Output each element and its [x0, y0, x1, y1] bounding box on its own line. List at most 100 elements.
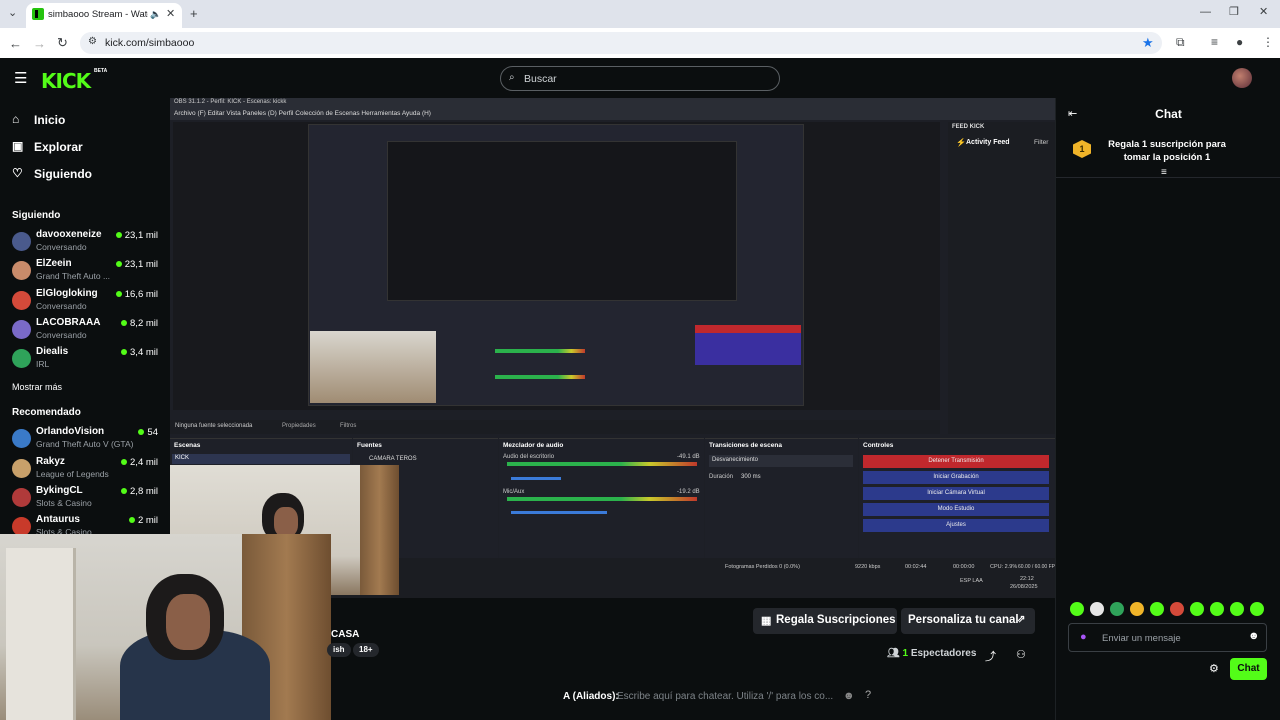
user-avatar[interactable] — [1232, 68, 1252, 88]
show-more-link[interactable]: Mostrar más — [12, 382, 62, 392]
emote-icon[interactable] — [1090, 602, 1104, 616]
transition-select[interactable]: Desvanecimiento — [709, 455, 853, 467]
obs-menu-text: Archivo (F) Editar Vista Paneles (D) Per… — [174, 110, 431, 117]
channel-item[interactable]: ElZeein Grand Theft Auto ... 23,1 mil — [12, 258, 162, 284]
speaker-icon[interactable]: 🔈 — [150, 10, 161, 19]
emote-icon[interactable] — [1190, 602, 1204, 616]
hamburger-icon[interactable]: ☰ — [14, 69, 27, 87]
mixer-channel-1: Audio del escritorio — [503, 454, 555, 460]
controls-title: Controles — [863, 442, 894, 449]
reload-icon[interactable]: ↻ — [57, 36, 68, 49]
restore-icon[interactable]: ❐ — [1229, 7, 1239, 18]
settings-button[interactable]: Ajustes — [863, 519, 1049, 532]
filters-label[interactable]: Filtros — [340, 423, 356, 429]
emote-icon[interactable] — [1130, 602, 1144, 616]
address-bar[interactable]: ⚙ kick.com/simbaooo ★ — [80, 32, 1162, 54]
channel-avatar — [12, 429, 31, 448]
compass-icon: ▣ — [12, 139, 24, 153]
expand-icon[interactable]: ≡ — [1161, 167, 1167, 178]
customize-channel-button[interactable]: Personaliza tu canal ⇗ — [901, 608, 1035, 634]
channel-item[interactable]: Rakyz League of Legends 2,4 mil — [12, 456, 162, 482]
emote-icon[interactable] — [1110, 602, 1124, 616]
filter-label[interactable]: Filter — [1034, 139, 1048, 146]
profile-icon[interactable]: ● — [1236, 36, 1243, 48]
channel-item[interactable]: Diealis IRL 3,4 mil — [12, 346, 162, 372]
emote-icon[interactable] — [1250, 602, 1264, 616]
browser-tab[interactable]: simbaooo Stream - Watch 🔈 ✕ — [26, 3, 182, 28]
help-icon[interactable]: ? — [865, 689, 871, 701]
stop-stream-button[interactable]: Detener Transmisión — [863, 455, 1049, 468]
studio-mode-button[interactable]: Modo Estudio — [863, 503, 1049, 516]
emote-icon[interactable] — [1210, 602, 1224, 616]
channel-item[interactable]: BykingCL Slots & Casino 2,8 mil — [12, 485, 162, 511]
close-window-icon[interactable]: ✕ — [1259, 7, 1268, 18]
chat-send-button[interactable]: Chat — [1230, 658, 1267, 680]
minimize-icon[interactable]: — — [1200, 7, 1211, 18]
channel-name: OrlandoVision — [36, 426, 105, 437]
volume-slider[interactable] — [511, 477, 561, 480]
activity-feed-label[interactable]: Activity Feed — [966, 139, 1010, 146]
channel-item[interactable]: LACOBRAAA Conversando 8,2 mil — [12, 317, 162, 343]
chat-input[interactable]: ● Enviar un mensaje ☻ — [1068, 623, 1267, 652]
viewer-count: 2,8 mil — [121, 486, 158, 497]
channel-category: Grand Theft Auto ... — [36, 271, 111, 281]
close-tab-icon[interactable]: ✕ — [166, 9, 175, 20]
shelf-image — [360, 465, 399, 595]
heart-icon: ♡ — [12, 166, 23, 180]
start-recording-button[interactable]: Iniciar Grabación — [863, 471, 1049, 484]
emoji-icon[interactable]: ☻ — [1248, 630, 1260, 642]
allies-chat-bar[interactable]: A (Aliados): Escribe aquí para chatear. … — [559, 687, 895, 707]
chat-input-placeholder: Enviar un mensaje — [1102, 633, 1181, 644]
emote-icon[interactable] — [1170, 602, 1184, 616]
chat-settings-icon[interactable]: ⚙ — [1209, 662, 1219, 675]
channel-avatar — [12, 349, 31, 368]
scene-item[interactable]: KICK — [172, 454, 350, 464]
gift-leaderboard-banner[interactable]: 1 Regala 1 suscripción para tomar la pos… — [1056, 132, 1280, 178]
emote-icon[interactable] — [1150, 602, 1164, 616]
new-tab-icon[interactable]: + — [190, 7, 198, 20]
properties-label[interactable]: Propiedades — [282, 423, 316, 429]
emoji-icon[interactable]: ☻ — [843, 690, 855, 702]
transitions-title: Transiciones de escena — [709, 442, 782, 449]
microphone-icon[interactable]: ● — [1080, 631, 1087, 643]
clock: 22:12 — [1020, 576, 1034, 582]
following-heading: Siguiendo — [12, 210, 61, 221]
scenes-title: Escenas — [174, 442, 201, 449]
people-icon: 👥︎ — [887, 648, 903, 659]
gift-subs-button[interactable]: ▦ Regala Suscripciones — [753, 608, 897, 634]
channel-item[interactable]: ElGlogloking Conversando 16,6 mil — [12, 288, 162, 314]
nav-label: Inicio — [34, 113, 66, 127]
duration-value[interactable]: 300 ms — [741, 474, 761, 480]
volume-slider[interactable] — [511, 511, 607, 514]
address-bar-row: ← → ↻ ⚙ kick.com/simbaooo ★ ⧉ ≡ ● ⋮ — [0, 28, 1280, 58]
search-input[interactable]: ⌕ Buscar — [500, 66, 780, 91]
forward-icon[interactable]: → — [33, 37, 46, 50]
mixer-title: Mezclador de audio — [503, 442, 564, 449]
site-info-icon[interactable]: ⚙ — [88, 37, 97, 47]
emote-icon[interactable] — [1070, 602, 1084, 616]
source-name[interactable]: CAMARA TEROS — [369, 456, 417, 462]
add-user-icon[interactable]: ⚇ — [1016, 648, 1026, 661]
share-icon[interactable]: ⤴ — [985, 648, 996, 664]
menu-icon[interactable]: ⋮ — [1262, 36, 1274, 48]
customize-channel-label: Personaliza tu canal — [908, 614, 1019, 626]
extensions-icon[interactable]: ⧉ — [1176, 36, 1185, 48]
channel-name: Rakyz — [36, 456, 65, 467]
emote-icon[interactable] — [1230, 602, 1244, 616]
mature-tag[interactable]: 18+ — [353, 643, 379, 657]
tab-list-icon[interactable]: ⌄ — [8, 8, 17, 19]
channel-item[interactable]: davooxeneize Conversando 23,1 mil — [12, 229, 162, 255]
channel-category: Slots & Casino — [36, 498, 92, 508]
transitions-dock: Transiciones de escena Desvanecimiento D… — [705, 438, 858, 558]
no-source-text: Ninguna fuente seleccionada — [175, 423, 253, 429]
kick-logo[interactable]: KICK — [41, 69, 91, 93]
virtual-camera-button[interactable]: Iniciar Cámara Virtual — [863, 487, 1049, 500]
home-icon: ⌂ — [12, 112, 20, 126]
bookmark-star-icon[interactable]: ★ — [1142, 36, 1154, 49]
channel-item[interactable]: OrlandoVision Grand Theft Auto V (GTA) 5… — [12, 426, 162, 452]
viewer-count: 👥︎ 1 Espectadores — [887, 648, 976, 659]
mixer-channel-2-db: -19.2 dB — [677, 489, 700, 495]
media-icon[interactable]: ≡ — [1211, 36, 1218, 48]
back-icon[interactable]: ← — [9, 37, 22, 50]
language-tag[interactable]: ish — [327, 643, 351, 657]
